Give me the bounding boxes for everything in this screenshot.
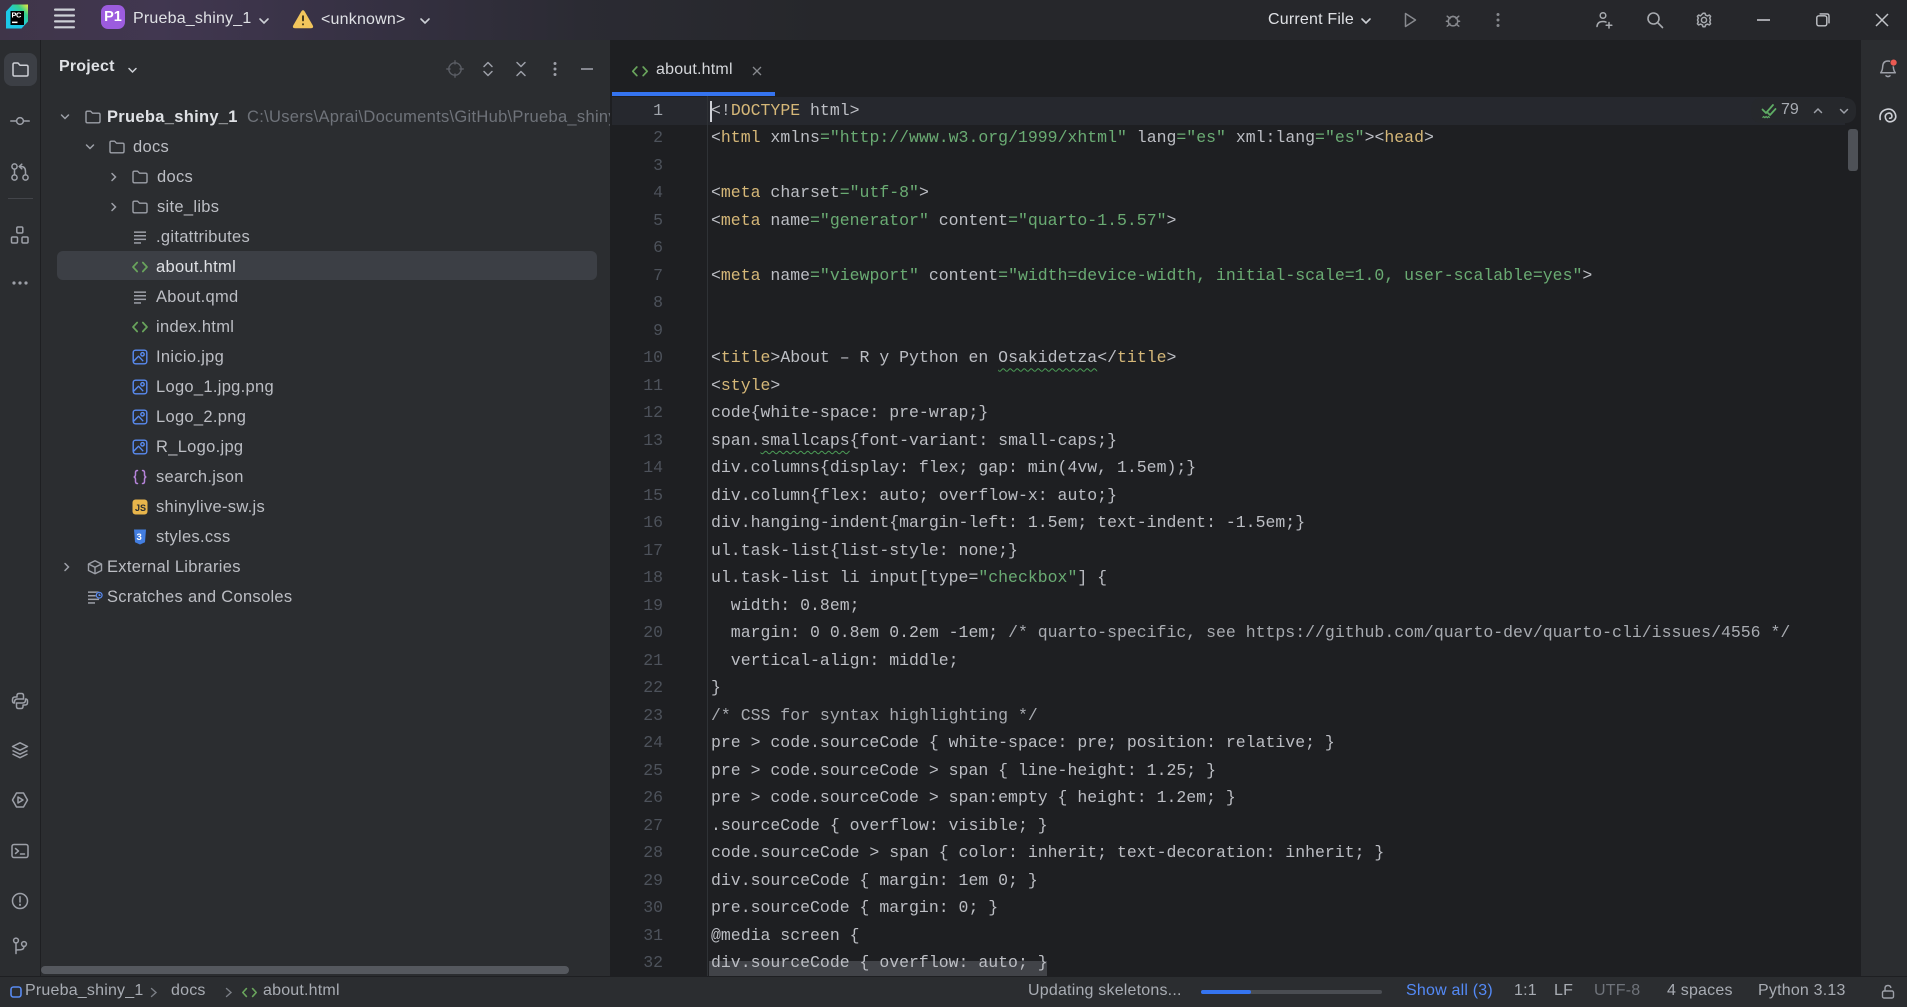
svg-text:JS: JS: [135, 503, 146, 513]
svg-text:PC: PC: [12, 11, 23, 20]
svg-text:3: 3: [137, 532, 142, 543]
